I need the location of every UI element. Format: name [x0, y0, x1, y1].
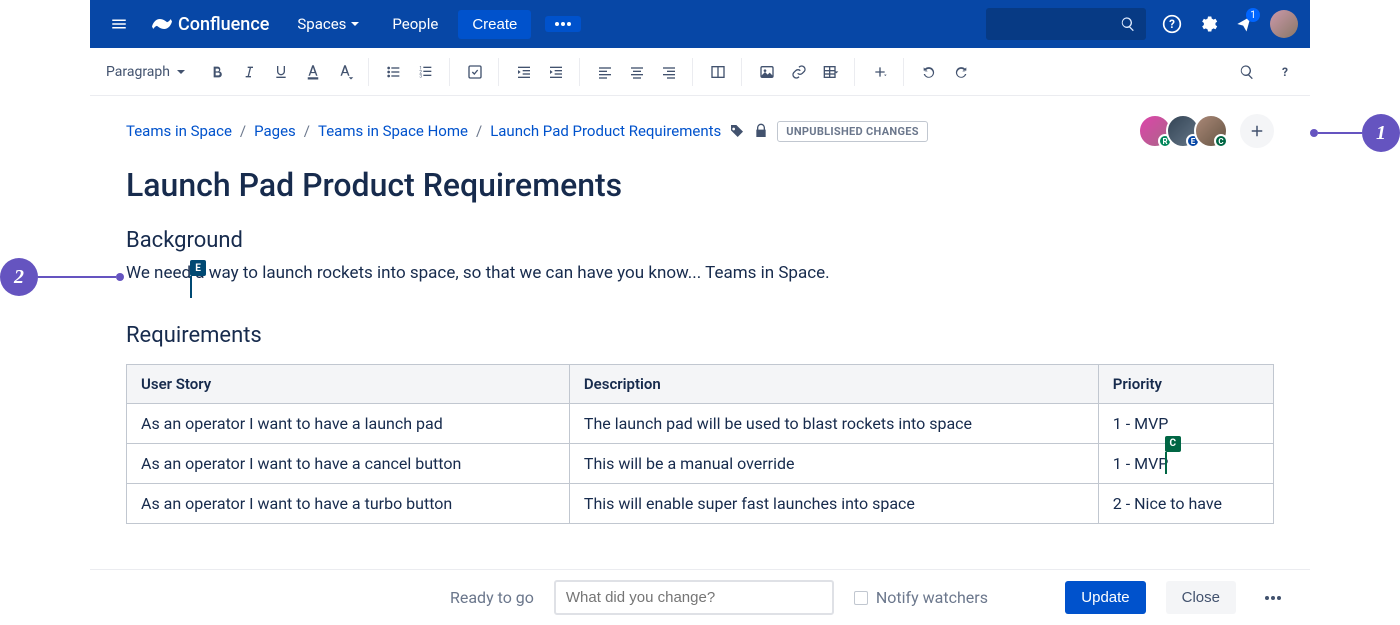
find-replace-icon[interactable] [1232, 57, 1262, 87]
table-row: As an operator I want to have a launch p… [127, 403, 1274, 443]
breadcrumb-item[interactable]: Pages [254, 122, 296, 140]
paragraph-style-select[interactable]: Paragraph [100, 64, 192, 80]
image-icon[interactable] [752, 57, 782, 87]
create-button[interactable]: Create [458, 10, 531, 39]
more-formatting-icon[interactable] [330, 57, 360, 87]
underline-icon[interactable] [266, 57, 296, 87]
align-center-icon[interactable] [622, 57, 652, 87]
checkbox-icon[interactable] [854, 591, 868, 605]
editor-footer: Ready to go Notify watchers Update Close [90, 569, 1310, 625]
table-cell[interactable]: 2 - Nice to have [1098, 483, 1273, 523]
editor-toolbar: Paragraph 123 ? [90, 48, 1310, 96]
bullet-list-icon[interactable] [379, 57, 409, 87]
draft-status: Ready to go [450, 588, 534, 607]
help-icon[interactable]: ? [1162, 14, 1182, 34]
table-row: As an operator I want to have a turbo bu… [127, 483, 1274, 523]
redo-icon[interactable] [946, 57, 976, 87]
close-button[interactable]: Close [1166, 581, 1236, 614]
notifications-icon[interactable]: 1 [1234, 14, 1254, 34]
table-cell[interactable]: As an operator I want to have a launch p… [127, 403, 570, 443]
action-item-icon[interactable] [460, 57, 490, 87]
breadcrumb: Teams in Space / Pages / Teams in Space … [126, 121, 928, 142]
paragraph[interactable]: We needE a way to launch rockets into sp… [126, 261, 1274, 287]
svg-text:3: 3 [419, 73, 422, 79]
heading-background[interactable]: Background [126, 228, 1274, 253]
table-cell[interactable]: This will be a manual override [569, 443, 1098, 483]
breadcrumb-item[interactable]: Teams in Space [126, 122, 232, 140]
table-header-row: User Story Description Priority [127, 364, 1274, 403]
add-collaborator-button[interactable] [1240, 114, 1274, 148]
align-left-icon[interactable] [590, 57, 620, 87]
update-button[interactable]: Update [1065, 581, 1145, 614]
profile-avatar[interactable] [1270, 10, 1298, 38]
requirements-table[interactable]: User Story Description Priority As an op… [126, 364, 1274, 524]
nav-right: ? 1 [986, 8, 1298, 40]
collaborator-avatars: R E C [1144, 114, 1274, 148]
italic-icon[interactable] [234, 57, 264, 87]
table-icon[interactable] [816, 57, 846, 87]
nav-people[interactable]: People [380, 7, 450, 41]
page-header: Teams in Space / Pages / Teams in Space … [90, 96, 1310, 204]
global-nav: Confluence Spaces People Create ? 1 [90, 0, 1310, 48]
link-icon[interactable] [784, 57, 814, 87]
more-actions-icon[interactable] [545, 16, 581, 32]
table-cell[interactable]: As an operator I want to have a cancel b… [127, 443, 570, 483]
notify-watchers-checkbox[interactable]: Notify watchers [854, 588, 988, 607]
restrictions-icon[interactable] [753, 123, 769, 139]
table-cell[interactable]: 1 - MVPC [1098, 443, 1273, 483]
svg-text:?: ? [1169, 17, 1175, 31]
annotation-callout-1: 1 [1310, 114, 1400, 152]
table-header[interactable]: Description [569, 364, 1098, 403]
annotation-callout-2: 2 [0, 258, 124, 296]
align-right-icon[interactable] [654, 57, 684, 87]
version-comment-input[interactable] [554, 580, 834, 615]
table-header[interactable]: User Story [127, 364, 570, 403]
table-cell[interactable]: The launch pad will be used to blast roc… [569, 403, 1098, 443]
undo-icon[interactable] [914, 57, 944, 87]
bold-icon[interactable] [202, 57, 232, 87]
collaborator-cursor: C [1165, 436, 1181, 452]
layout-icon[interactable] [703, 57, 733, 87]
logo-text: Confluence [178, 14, 269, 35]
text-color-icon[interactable] [298, 57, 328, 87]
editor-help-icon[interactable]: ? [1270, 57, 1300, 87]
more-options-icon[interactable] [1256, 588, 1290, 608]
settings-icon[interactable] [1198, 14, 1218, 34]
heading-requirements[interactable]: Requirements [126, 323, 1274, 348]
status-badge: UNPUBLISHED CHANGES [777, 121, 928, 142]
table-cell[interactable]: As an operator I want to have a turbo bu… [127, 483, 570, 523]
table-cell[interactable]: This will enable super fast launches int… [569, 483, 1098, 523]
number-list-icon[interactable]: 123 [411, 57, 441, 87]
avatar[interactable]: C [1194, 114, 1228, 148]
breadcrumb-item[interactable]: Launch Pad Product Requirements [490, 122, 721, 140]
labels-icon[interactable] [729, 123, 745, 139]
app-switcher-icon[interactable] [102, 7, 136, 41]
confluence-logo[interactable]: Confluence [144, 14, 277, 35]
editor-content[interactable]: Background We needE a way to launch rock… [90, 204, 1310, 548]
outdent-icon[interactable] [509, 57, 539, 87]
table-row: As an operator I want to have a cancel b… [127, 443, 1274, 483]
table-header[interactable]: Priority [1098, 364, 1273, 403]
page-title[interactable]: Launch Pad Product Requirements [126, 166, 1274, 204]
table-cell[interactable]: 1 - MVP [1098, 403, 1273, 443]
notif-count-badge: 1 [1246, 8, 1260, 22]
svg-text:?: ? [1282, 65, 1288, 79]
indent-icon[interactable] [541, 57, 571, 87]
insert-icon[interactable] [865, 57, 895, 87]
global-search[interactable] [986, 8, 1146, 40]
nav-spaces[interactable]: Spaces [285, 7, 372, 41]
breadcrumb-item[interactable]: Teams in Space Home [318, 122, 468, 140]
nav-left: Confluence Spaces People Create [102, 7, 581, 41]
